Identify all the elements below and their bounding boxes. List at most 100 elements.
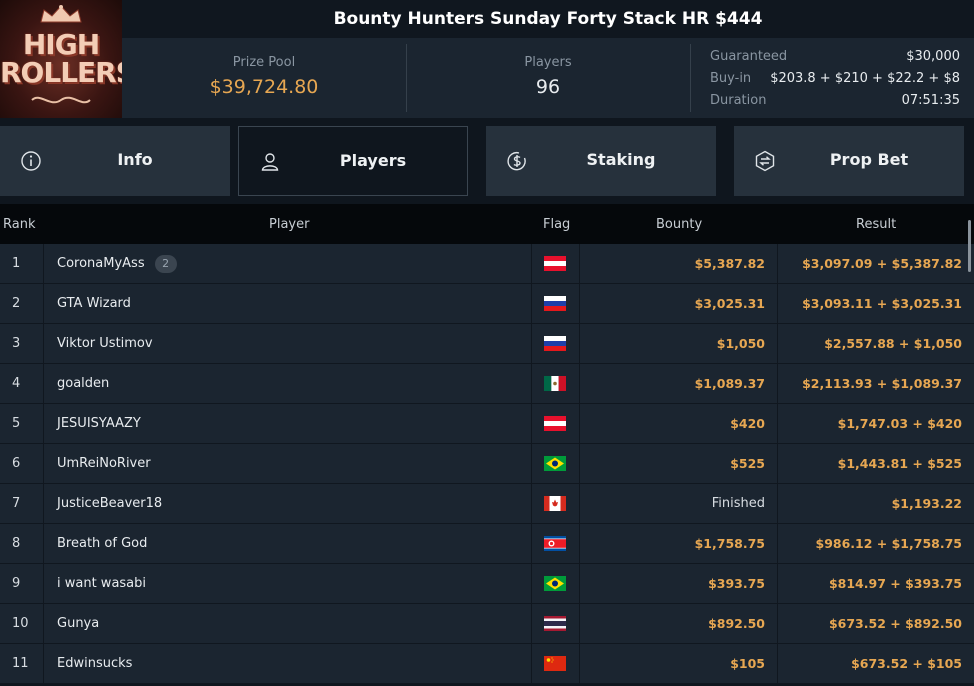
bounty-cell: $420 <box>579 404 777 444</box>
austria-flag-icon <box>544 416 566 431</box>
table-row[interactable]: 1 CoronaMyAss 2 $5,387.82 $3,097.09 + $5,387… <box>0 244 974 284</box>
duration-value: 07:51:35 <box>901 93 960 108</box>
thailand-flag-icon <box>544 616 566 631</box>
bounty-cell: $1,758.75 <box>579 524 777 564</box>
table-row[interactable]: 7 JusticeBeaver18 Finished $1,193.22 <box>0 484 974 524</box>
bounty-cell: $1,089.37 <box>579 364 777 404</box>
rank-cell: 3 <box>12 336 21 351</box>
column-bounty[interactable]: Bounty <box>656 217 702 232</box>
table-row[interactable]: 4 goalden $1,089.37 $2,113.93 + $1,089.37 <box>0 364 974 404</box>
bounty-cell: $525 <box>579 444 777 484</box>
prize-pool-label: Prize Pool <box>232 55 296 70</box>
column-flag[interactable]: Flag <box>543 217 570 232</box>
result-cell: $673.52 + $892.50 <box>777 604 974 644</box>
player-cell[interactable]: GTA Wizard <box>43 284 531 324</box>
player-name[interactable]: goalden <box>57 376 109 391</box>
rank-cell: 9 <box>12 576 21 591</box>
table-scrollbar[interactable] <box>968 220 971 272</box>
bounty-cell: $105 <box>579 644 777 684</box>
russia-flag-icon <box>544 336 566 351</box>
duration-label: Duration <box>710 93 767 108</box>
player-cell[interactable]: Gunya <box>43 604 531 644</box>
player-name[interactable]: JESUISYAAZY <box>57 416 141 431</box>
tab-prop-bet-label: Prop Bet <box>829 150 909 169</box>
result-cell: $814.97 + $393.75 <box>777 564 974 604</box>
flag-cell <box>531 644 579 684</box>
player-cell[interactable]: CoronaMyAss 2 <box>43 244 531 284</box>
tab-players[interactable]: Players <box>238 126 468 196</box>
crown-icon <box>40 5 82 23</box>
tab-staking[interactable]: Staking <box>486 126 716 196</box>
rank-cell: 5 <box>12 416 21 431</box>
table-row[interactable]: 6 UmReiNoRiver $525 $1,443.81 + $525 <box>0 444 974 484</box>
duration-row: Duration 07:51:35 <box>710 90 960 112</box>
table-row[interactable]: 2 GTA Wizard $3,025.31 $3,093.11 + $3,025.3… <box>0 284 974 324</box>
rank-cell: 6 <box>12 456 21 471</box>
player-cell[interactable]: Viktor Ustimov <box>43 324 531 364</box>
prop-bet-icon <box>755 150 775 172</box>
flag-cell <box>531 524 579 564</box>
player-cell[interactable]: Breath of God <box>43 524 531 564</box>
column-player[interactable]: Player <box>269 217 309 232</box>
rank-cell: 4 <box>12 376 21 391</box>
table-row[interactable]: 11 Edwinsucks $105 $673.52 + $105 <box>0 644 974 684</box>
prize-pool-value: $39,724.80 <box>209 76 319 98</box>
player-name[interactable]: UmReiNoRiver <box>57 456 151 471</box>
table-row[interactable]: 10 Gunya $892.50 $673.52 + $892.50 <box>0 604 974 644</box>
table-row[interactable]: 5 JESUISYAAZY $420 $1,747.03 + $420 <box>0 404 974 444</box>
buyin-row: Buy-in $203.8 + $210 + $22.2 + $8 <box>710 68 960 90</box>
players-value: 96 <box>535 76 561 98</box>
flag-cell <box>531 244 579 284</box>
stats-panel: Prize Pool $39,724.80 Players 96 Guarant… <box>122 38 974 118</box>
bounty-cell: Finished <box>579 484 777 524</box>
austria-flag-icon <box>544 256 566 271</box>
player-cell[interactable]: goalden <box>43 364 531 404</box>
flag-cell <box>531 444 579 484</box>
player-name[interactable]: Edwinsucks <box>57 656 132 671</box>
column-result[interactable]: Result <box>856 217 896 232</box>
rank-cell: 7 <box>12 496 21 511</box>
result-cell: $3,097.09 + $5,387.82 <box>777 244 974 284</box>
player-name[interactable]: Viktor Ustimov <box>57 336 153 351</box>
brazil-flag-icon <box>544 576 566 591</box>
result-cell: $2,113.93 + $1,089.37 <box>777 364 974 404</box>
player-cell[interactable]: UmReiNoRiver <box>43 444 531 484</box>
player-name[interactable]: i want wasabi <box>57 576 146 591</box>
result-cell: $3,093.11 + $3,025.31 <box>777 284 974 324</box>
player-cell[interactable]: JusticeBeaver18 <box>43 484 531 524</box>
flag-cell <box>531 364 579 404</box>
result-cell: $2,557.88 + $1,050 <box>777 324 974 364</box>
player-name[interactable]: Gunya <box>57 616 99 631</box>
tab-info[interactable]: Info <box>0 126 230 196</box>
player-cell[interactable]: JESUISYAAZY <box>43 404 531 444</box>
prize-pool-stat: Prize Pool $39,724.80 <box>122 38 406 118</box>
column-rank[interactable]: Rank <box>3 217 35 232</box>
player-cell[interactable]: Edwinsucks <box>43 644 531 684</box>
bounty-cell: $393.75 <box>579 564 777 604</box>
table-row[interactable]: 8 Breath of God $1,758.75 $986.12 + $1,758.… <box>0 524 974 564</box>
player-name[interactable]: GTA Wizard <box>57 296 131 311</box>
result-cell: $986.12 + $1,758.75 <box>777 524 974 564</box>
tab-prop-bet[interactable]: Prop Bet <box>734 126 964 196</box>
flag-cell <box>531 324 579 364</box>
rank-cell: 11 <box>12 656 29 671</box>
rank-cell: 8 <box>12 536 21 551</box>
flag-cell <box>531 564 579 604</box>
result-cell: $673.52 + $105 <box>777 644 974 684</box>
player-name[interactable]: JusticeBeaver18 <box>57 496 162 511</box>
player-name[interactable]: Breath of God <box>57 536 147 551</box>
flag-cell <box>531 284 579 324</box>
table-row[interactable]: 3 Viktor Ustimov $1,050 $2,557.88 + $1,050 <box>0 324 974 364</box>
bounty-cell: $3,025.31 <box>579 284 777 324</box>
flag-cell <box>531 404 579 444</box>
buyin-value: $203.8 + $210 + $22.2 + $8 <box>770 71 960 86</box>
swirl-ornament-icon <box>31 96 91 104</box>
result-cell: $1,193.22 <box>777 484 974 524</box>
canada-flag-icon <box>544 496 566 511</box>
guaranteed-value: $30,000 <box>906 49 960 64</box>
result-cell: $1,443.81 + $525 <box>777 444 974 484</box>
player-cell[interactable]: i want wasabi <box>43 564 531 604</box>
result-cell: $1,747.03 + $420 <box>777 404 974 444</box>
table-row[interactable]: 9 i want wasabi $393.75 $814.97 + $393.75 <box>0 564 974 604</box>
player-name[interactable]: CoronaMyAss <box>57 256 145 271</box>
